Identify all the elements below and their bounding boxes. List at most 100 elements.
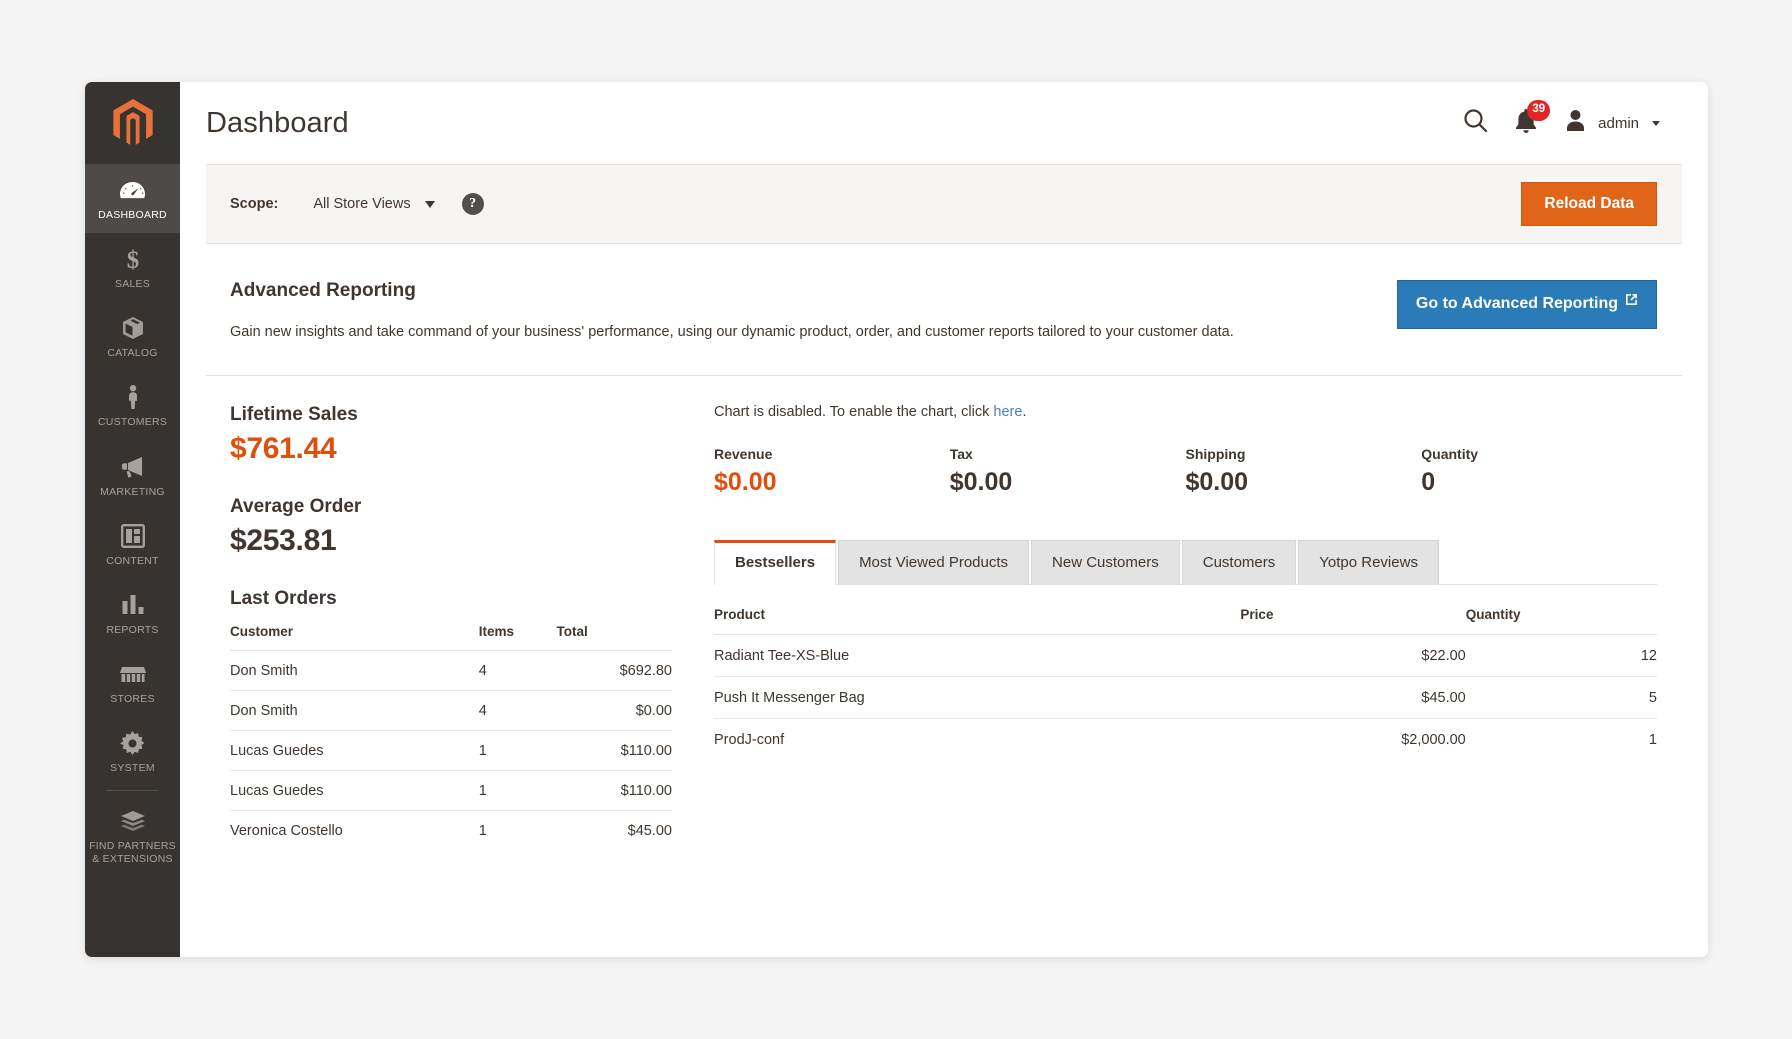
admin-menu[interactable]: admin [1564, 109, 1660, 137]
enable-chart-link[interactable]: here [993, 404, 1022, 420]
sidebar-item-reports[interactable]: Reports [85, 579, 180, 648]
kpi-label: Quantity [1421, 446, 1479, 463]
bricks-icon [120, 808, 146, 834]
external-link-icon [1625, 293, 1638, 311]
order-customer: Veronica Costello [230, 823, 343, 840]
order-total: $110.00 [556, 770, 672, 812]
sidebar-item-dashboard[interactable]: Dashboard [85, 164, 180, 234]
product-name: Radiant Tee-XS-Blue [714, 634, 1241, 678]
tab-new-customers[interactable]: New Customers [1031, 540, 1180, 586]
tab-yotpo-reviews[interactable]: Yotpo Reviews [1298, 540, 1439, 586]
admin-window: Dashboard $ Sales Catalog Customers Mark… [85, 82, 1708, 957]
content-area: Scope: All Store Views ? Reload Data Adv… [180, 164, 1708, 850]
gauge-icon [119, 177, 146, 203]
chart-disabled-note: Chart is disabled. To enable the chart, … [714, 404, 1657, 420]
table-row[interactable]: Don Smith 4 $692.80 [230, 650, 672, 692]
scope-bar: Scope: All Store Views ? Reload Data [206, 164, 1682, 244]
sidebar-item-label: System [110, 762, 155, 774]
sidebar-item-label: Stores [110, 692, 155, 705]
sidebar-item-stores[interactable]: Stores [85, 648, 180, 717]
order-customer: Lucas Guedes [230, 770, 479, 812]
person-icon [126, 384, 140, 410]
column-header-quantity: Quantity [1465, 599, 1657, 636]
scope-value: All Store Views [313, 196, 411, 212]
dollar-icon: $ [124, 246, 142, 272]
sidebar-item-label: Find Partners & Extensions [89, 840, 176, 866]
order-items: 1 [478, 730, 557, 772]
kpi-label: Revenue [714, 446, 773, 463]
product-name: ProdJ-conf [714, 732, 785, 749]
kpi-tax: Tax $0.00 [950, 446, 1186, 497]
search-icon [1463, 108, 1488, 138]
product-name: Push It Messenger Bag [714, 676, 1241, 720]
right-column: Chart is disabled. To enable the chart, … [672, 376, 1657, 850]
column-header-total: Total [556, 624, 672, 652]
sidebar-item-label: Customers [97, 416, 168, 429]
sidebar-item-label: Dashboard [98, 209, 167, 221]
table-row[interactable]: Radiant Tee-XS-Blue $22.00 12 [714, 634, 1657, 678]
go-to-advanced-reporting-button[interactable]: Go to Advanced Reporting [1396, 280, 1657, 329]
sidebar-item-customers[interactable]: Customers [85, 371, 180, 440]
scope-label: Scope: [230, 196, 279, 212]
sidebar: Dashboard $ Sales Catalog Customers Mark… [85, 82, 180, 957]
column-header-customer: Customer [230, 624, 479, 652]
gear-icon [120, 730, 145, 756]
magento-logo[interactable] [85, 82, 180, 164]
sidebar-item-label: Content [106, 554, 159, 567]
table-row[interactable]: Lucas Guedes 1 $110.00 [230, 730, 672, 772]
tab-customers[interactable]: Customers [1181, 540, 1297, 586]
advanced-reporting-title: Advanced Reporting [230, 280, 416, 301]
tab-bestsellers[interactable]: Bestsellers [714, 540, 837, 586]
bestsellers-panel: Product Price Quantity Radiant Tee-XS-Bl… [714, 585, 1657, 760]
question-mark-icon[interactable]: ? [461, 193, 484, 215]
order-customer: Lucas Guedes [230, 730, 479, 772]
average-order-label: Average Order [230, 496, 362, 518]
order-total: $0.00 [556, 690, 672, 732]
table-row[interactable]: Push It Messenger Bag $45.00 5 [714, 676, 1657, 720]
sidebar-item-system[interactable]: System [85, 717, 180, 786]
advanced-reporting-section: Advanced Reporting Gain new insights and… [206, 244, 1682, 377]
main-content: Dashboard 39 admin Scope: All Store View… [180, 82, 1708, 957]
table-row[interactable]: Don Smith 4 $0.00 [230, 690, 672, 732]
chart-note-text: Chart is disabled. To enable the chart, … [714, 404, 994, 421]
bestsellers-table: Product Price Quantity Radiant Tee-XS-Bl… [714, 599, 1657, 760]
sidebar-item-sales[interactable]: $ Sales [85, 233, 180, 302]
column-header-price: Price [1240, 599, 1466, 636]
lifetime-sales-value: $761.44 [230, 432, 337, 466]
megaphone-icon [120, 454, 146, 480]
storefront-icon [119, 661, 146, 687]
table-row[interactable]: Lucas Guedes 1 $110.00 [230, 770, 672, 812]
reload-data-button[interactable]: Reload Data [1521, 182, 1657, 226]
table-header-row: Customer Items Total [230, 624, 672, 652]
product-quantity: 12 [1465, 634, 1657, 678]
sidebar-item-marketing[interactable]: Marketing [85, 441, 180, 510]
scope-select[interactable]: All Store Views [313, 196, 435, 212]
average-order-value: $253.81 [230, 524, 337, 558]
kpi-label: Shipping [1185, 446, 1246, 463]
notifications-button[interactable]: 39 [1515, 99, 1551, 138]
sidebar-item-content[interactable]: Content [85, 510, 180, 579]
sidebar-divider [107, 790, 158, 792]
chevron-down-icon [1652, 120, 1660, 126]
table-row[interactable]: ProdJ-conf $2,000.00 1 [714, 719, 1657, 761]
search-button[interactable] [1463, 108, 1488, 138]
top-actions: 39 admin [1463, 99, 1660, 138]
sidebar-item-find-partners[interactable]: Find Partners & Extensions [85, 795, 180, 877]
svg-text:$: $ [126, 247, 139, 272]
product-price: $22.00 [1240, 634, 1466, 678]
sidebar-item-catalog[interactable]: Catalog [85, 302, 180, 371]
kpi-row: Revenue $0.00 Tax $0.00 Shipping $0.00 Q… [714, 446, 1657, 497]
notifications-badge: 39 [1527, 99, 1551, 121]
table-row[interactable]: Veronica Costello 1 $45.00 [230, 811, 672, 851]
tab-most-viewed-products[interactable]: Most Viewed Products [838, 540, 1030, 586]
lifetime-sales-label: Lifetime Sales [230, 404, 358, 426]
kpi-value: $0.00 [714, 468, 777, 497]
kpi-shipping: Shipping $0.00 [1186, 446, 1422, 497]
last-orders-table: Customer Items Total Don Smith 4 $692.80 [230, 624, 672, 850]
page-title: Dashboard [206, 106, 349, 139]
magento-logo-icon [110, 99, 156, 147]
admin-username: admin [1598, 114, 1639, 132]
last-orders-title: Last Orders [230, 588, 337, 610]
left-column: Lifetime Sales $761.44 Average Order $25… [230, 376, 672, 850]
order-total: $110.00 [556, 730, 672, 772]
